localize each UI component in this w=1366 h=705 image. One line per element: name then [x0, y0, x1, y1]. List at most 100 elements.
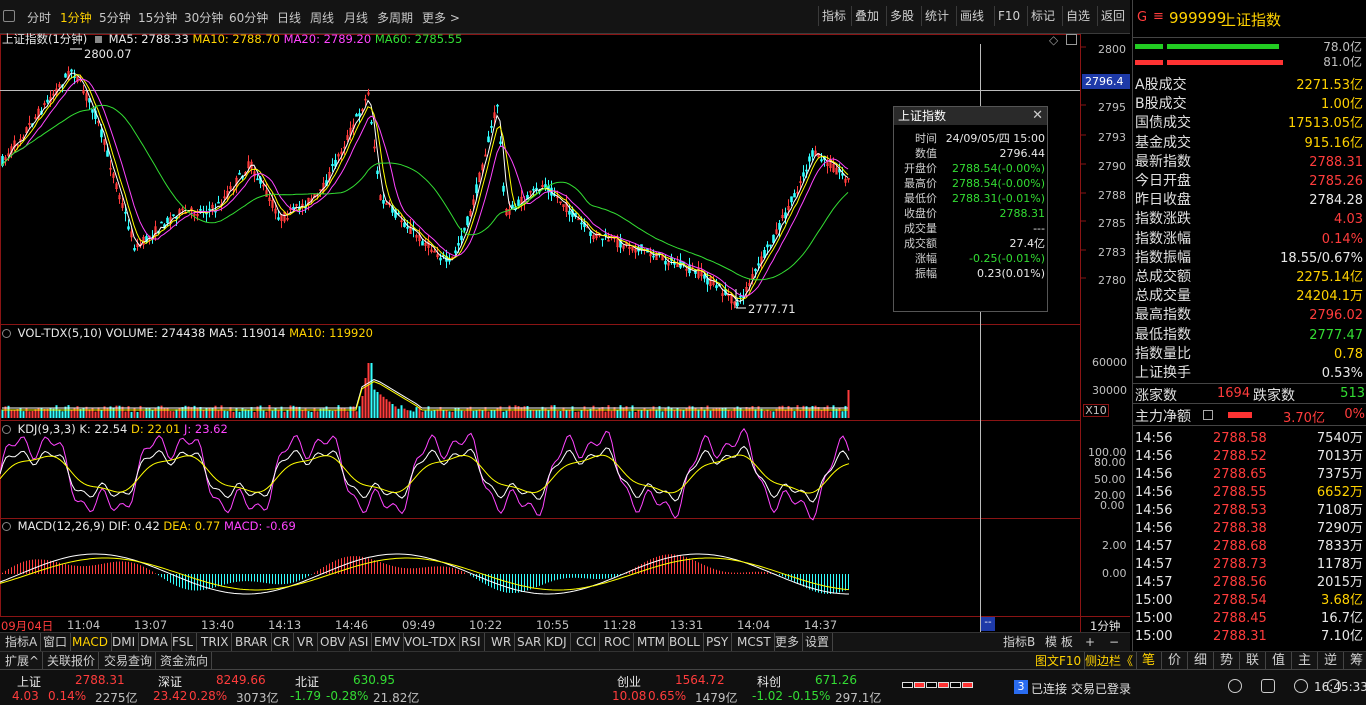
- volume-bar: [607, 405, 610, 418]
- maximize-icon[interactable]: [1066, 34, 1077, 45]
- list-icon[interactable]: [1203, 410, 1213, 420]
- index-name[interactable]: 深证: [158, 673, 182, 690]
- candle-body: [331, 164, 334, 167]
- diamond-icon[interactable]: ◇: [1049, 33, 1058, 47]
- tooltip-value: 0.23(0.01%): [976, 267, 1045, 280]
- indicator-tab[interactable]: CR: [270, 633, 294, 652]
- watchlist-button[interactable]: 自选: [1062, 6, 1093, 26]
- sub-tab[interactable]: 交易查询: [101, 652, 157, 670]
- stat-value: 2777.47: [1309, 327, 1363, 343]
- sub-tab[interactable]: 扩展^: [2, 652, 44, 670]
- volume-bar: [286, 410, 289, 418]
- index-pct: -0.15%: [788, 689, 831, 703]
- chart-area[interactable]: 上证指数(1分钟) MA5: 2788.33 MA10: 2788.70 MA2…: [0, 32, 1130, 633]
- draw-line-button[interactable]: 画线: [956, 6, 987, 26]
- quote-tab[interactable]: 笔: [1136, 652, 1162, 670]
- period-tab-60min[interactable]: 60分钟: [229, 9, 268, 26]
- volume-bar: [379, 394, 382, 418]
- indicator-tab[interactable]: RSI: [458, 633, 485, 652]
- indicator-tab[interactable]: MTM: [634, 633, 670, 652]
- x-tick: 13:31: [670, 618, 704, 632]
- indicator-tab[interactable]: VR: [294, 633, 318, 652]
- index-name[interactable]: 科创: [757, 673, 781, 690]
- period-tab-15min[interactable]: 15分钟: [138, 9, 177, 26]
- tick-time: 14:56: [1135, 449, 1173, 464]
- message-icon[interactable]: [1261, 679, 1275, 693]
- indicator-tab[interactable]: OBV: [317, 633, 350, 652]
- quote-tab[interactable]: 主: [1292, 652, 1318, 670]
- mark-button[interactable]: 标记: [1027, 6, 1058, 26]
- template-tab[interactable]: +: [1082, 633, 1098, 652]
- indicator-tab[interactable]: MACD: [69, 633, 112, 652]
- indicator-tab[interactable]: ROC: [601, 633, 635, 652]
- period-tab-weekly[interactable]: 周线: [310, 9, 334, 26]
- period-tab-5min[interactable]: 5分钟: [99, 9, 131, 26]
- indicator-tab[interactable]: EMV: [371, 633, 405, 652]
- period-tab-monthly[interactable]: 月线: [344, 9, 368, 26]
- index-name[interactable]: 北证: [295, 673, 319, 690]
- period-tab-multi[interactable]: 多周期: [377, 9, 413, 26]
- multi-stock-button[interactable]: 多股: [886, 6, 917, 26]
- template-tab[interactable]: 指标B: [1000, 633, 1038, 652]
- ma60-line: [1, 104, 849, 281]
- quote-tab[interactable]: 值: [1266, 652, 1292, 670]
- period-tab-fenshi[interactable]: 分时: [27, 9, 51, 26]
- up-count: 1694: [1217, 386, 1251, 401]
- sidebar-tab[interactable]: 侧边栏《: [1082, 652, 1138, 670]
- sub-tab[interactable]: 资金流向: [157, 652, 213, 670]
- period-tab-daily[interactable]: 日线: [277, 9, 301, 26]
- tooltip-row: 涨幅 -0.25(-0.01%): [894, 251, 1049, 266]
- indicator-tab[interactable]: VOL-TDX: [401, 633, 460, 652]
- indicator-tab[interactable]: DMI: [109, 633, 140, 652]
- template-tab[interactable]: −: [1106, 633, 1122, 652]
- indicator-button[interactable]: 指标: [818, 6, 849, 26]
- indicator-tab[interactable]: CCI: [573, 633, 601, 652]
- indicator-tab[interactable]: MCST: [734, 633, 775, 652]
- notification-badge[interactable]: 3: [1014, 680, 1028, 694]
- indicator-tab[interactable]: WR: [488, 633, 516, 652]
- f10-tab[interactable]: 图文F10: [1032, 652, 1086, 670]
- statistics-button[interactable]: 统计: [921, 6, 952, 26]
- indicator-tab[interactable]: TRIX: [198, 633, 233, 652]
- indicator-tab[interactable]: ASI: [346, 633, 373, 652]
- period-tab-more[interactable]: 更多 >: [422, 9, 460, 26]
- kdj-j: J: 23.62: [183, 422, 228, 436]
- panel-toggle-icon[interactable]: [2, 522, 11, 531]
- template-tab[interactable]: 模 板: [1042, 633, 1076, 652]
- panel-toggle-icon[interactable]: [2, 329, 11, 338]
- toolbar-menu-icon[interactable]: [3, 10, 15, 22]
- menu-icon[interactable]: ≡: [1153, 9, 1164, 24]
- indicator-tab[interactable]: SAR: [514, 633, 546, 652]
- f10-button[interactable]: F10: [994, 6, 1023, 26]
- indicator-tab[interactable]: BOLL: [666, 633, 704, 652]
- quote-tab[interactable]: 逆: [1318, 652, 1344, 670]
- indicator-tab[interactable]: BRAR: [232, 633, 272, 652]
- quote-tab[interactable]: 筹: [1344, 652, 1366, 670]
- sub-tab[interactable]: 关联报价: [44, 652, 100, 670]
- index-name[interactable]: 上证: [17, 673, 41, 690]
- overlay-button[interactable]: 叠加: [851, 6, 882, 26]
- bell-icon[interactable]: [1294, 679, 1308, 693]
- period-tab-1min[interactable]: 1分钟: [60, 9, 92, 26]
- indicator-tab[interactable]: KDJ: [543, 633, 571, 652]
- index-name[interactable]: 创业: [617, 673, 641, 690]
- indicator-tab[interactable]: 指标A: [2, 633, 42, 652]
- indicator-tab[interactable]: DMA: [137, 633, 172, 652]
- panel-frame: [0, 518, 1081, 617]
- quote-tab[interactable]: 细: [1188, 652, 1214, 670]
- indicator-tab[interactable]: 设置: [802, 633, 834, 652]
- quote-tab[interactable]: 联: [1240, 652, 1266, 670]
- quote-tab[interactable]: 势: [1214, 652, 1240, 670]
- refresh-icon[interactable]: [1228, 679, 1242, 693]
- indicator-tab[interactable]: 更多: [772, 633, 804, 652]
- indicator-tab[interactable]: PSY: [703, 633, 733, 652]
- period-tab-30min[interactable]: 30分钟: [184, 9, 223, 26]
- back-button[interactable]: 返回: [1097, 6, 1128, 26]
- macd-legend: MACD(12,26,9) DIF: 0.42 DEA: 0.77 MACD: …: [2, 519, 296, 533]
- tick-row: 14:56 2788.55 6652万: [1135, 484, 1365, 502]
- indicator-tab[interactable]: FSL: [169, 633, 197, 652]
- close-icon[interactable]: ✕: [1032, 108, 1043, 123]
- indicator-tab[interactable]: 窗口: [40, 633, 72, 652]
- panel-toggle-icon[interactable]: [2, 425, 11, 434]
- quote-tab[interactable]: 价: [1162, 652, 1188, 670]
